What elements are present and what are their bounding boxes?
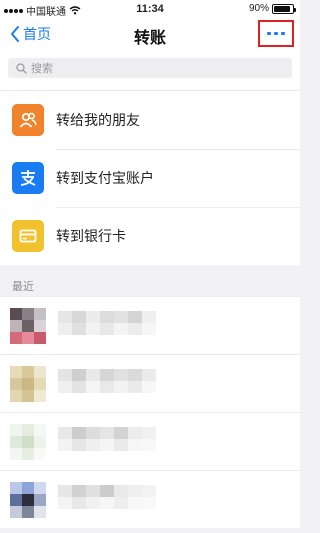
friend-icon <box>12 104 44 136</box>
contact-name-redacted <box>58 311 158 335</box>
battery-fill <box>274 5 291 12</box>
transfer-options: 转给我的朋友 转到支付宝账户 转到银行卡 <box>0 90 300 265</box>
recent-section-header: 最近 <box>12 281 34 293</box>
contact-name-redacted <box>58 427 158 451</box>
alipay-icon <box>12 162 44 194</box>
avatar <box>10 308 46 344</box>
menu-item-label: 转到银行卡 <box>56 228 126 244</box>
list-item[interactable] <box>0 354 300 412</box>
recent-contacts-list <box>0 296 300 528</box>
search-placeholder: 搜索 <box>31 63 53 75</box>
menu-item-label: 转给我的朋友 <box>56 112 140 128</box>
search-area: 搜索 <box>0 48 300 90</box>
back-label: 首页 <box>23 26 51 42</box>
battery-percent: 90% <box>248 3 269 14</box>
transfer-to-friend-item[interactable]: 转给我的朋友 <box>0 91 300 149</box>
chevron-left-icon <box>11 26 19 42</box>
search-icon <box>16 62 27 74</box>
transfer-to-bank-card-item[interactable]: 转到银行卡 <box>0 207 300 265</box>
battery-info: 90% <box>248 3 296 14</box>
more-options-button[interactable] <box>258 20 294 47</box>
list-item[interactable] <box>0 412 300 470</box>
back-button[interactable]: 首页 <box>10 24 51 44</box>
transfer-to-alipay-item[interactable]: 转到支付宝账户 <box>0 149 300 207</box>
status-bar: 中国联通 11:34 90% <box>0 0 300 20</box>
bank-card-icon <box>12 220 44 252</box>
battery-icon <box>272 3 296 14</box>
list-item[interactable] <box>0 296 300 354</box>
avatar <box>10 366 46 402</box>
search-input[interactable]: 搜索 <box>8 58 292 78</box>
avatar <box>10 482 46 518</box>
menu-item-label: 转到支付宝账户 <box>56 170 154 186</box>
more-dot-icon <box>281 32 285 35</box>
list-item[interactable] <box>0 470 300 528</box>
avatar <box>10 424 46 460</box>
contact-name-redacted <box>58 485 158 509</box>
more-dot-icon <box>267 32 271 35</box>
navigation-bar: 首页 转账 <box>0 20 300 48</box>
more-dot-icon <box>274 32 278 35</box>
contact-name-redacted <box>58 369 158 393</box>
